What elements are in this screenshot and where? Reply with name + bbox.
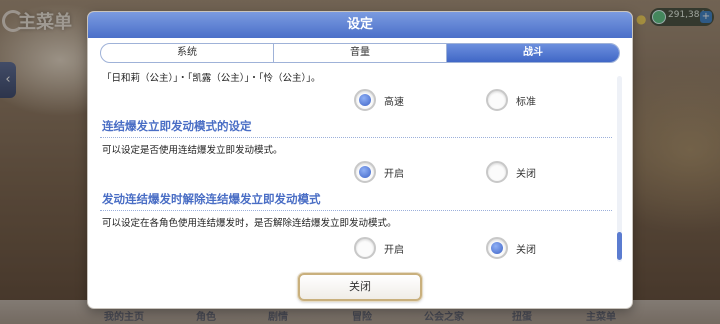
option-label: 关闭 bbox=[516, 168, 536, 180]
option-ub-release-on[interactable]: 开启 bbox=[354, 236, 404, 260]
radio-button[interactable] bbox=[354, 237, 376, 259]
radio-button[interactable] bbox=[354, 89, 376, 111]
radio-button[interactable] bbox=[486, 237, 508, 259]
section-description-ub-release: 可以设定在各角色使用连结爆发时，是否解除连结爆发立即发动模式。 bbox=[102, 218, 397, 229]
scrollbar-thumb[interactable] bbox=[617, 232, 622, 260]
scrollbar[interactable] bbox=[617, 76, 622, 262]
section-title-ub-auto: 连结爆发立即发动模式的设定 bbox=[102, 119, 252, 133]
tab-battle[interactable]: 战斗 bbox=[447, 44, 619, 62]
option-ub-release-off[interactable]: 关闭 bbox=[486, 236, 536, 260]
option-label: 标准 bbox=[516, 96, 536, 108]
option-label: 开启 bbox=[384, 244, 404, 256]
radio-button[interactable] bbox=[486, 89, 508, 111]
option-ub-auto-off[interactable]: 关闭 bbox=[486, 160, 536, 184]
option-speed-normal[interactable]: 标准 bbox=[486, 88, 536, 112]
partial-description: 「日和莉（公主）」・「凯露（公主）」・「怜（公主）」。 bbox=[102, 73, 321, 84]
option-label: 关闭 bbox=[516, 244, 536, 256]
dialog-title: 设定 bbox=[88, 12, 632, 38]
section-description-ub-auto: 可以设定是否使用连结爆发立即发动模式。 bbox=[102, 145, 283, 156]
option-label: 开启 bbox=[384, 168, 404, 180]
settings-dialog: 设定 系统 音量 战斗 「日和莉（公主）」・「凯露（公主）」・「怜（公主）」。 … bbox=[88, 12, 632, 308]
radio-button[interactable] bbox=[486, 161, 508, 183]
close-button[interactable]: 关闭 bbox=[298, 273, 422, 301]
settings-tabs: 系统 音量 战斗 bbox=[100, 43, 620, 63]
section-divider bbox=[100, 137, 612, 138]
option-speed-fast[interactable]: 高速 bbox=[354, 88, 404, 112]
option-ub-auto-on[interactable]: 开启 bbox=[354, 160, 404, 184]
section-divider bbox=[100, 210, 612, 211]
tab-volume[interactable]: 音量 bbox=[274, 44, 447, 62]
option-label: 高速 bbox=[384, 96, 404, 108]
radio-button[interactable] bbox=[354, 161, 376, 183]
settings-content[interactable]: 「日和莉（公主）」・「凯露（公主）」・「怜（公主）」。 高速 标准 连结爆发立即… bbox=[96, 68, 624, 264]
tab-system[interactable]: 系统 bbox=[101, 44, 274, 62]
section-title-ub-release: 发动连结爆发时解除连结爆发立即发动模式 bbox=[102, 192, 321, 206]
